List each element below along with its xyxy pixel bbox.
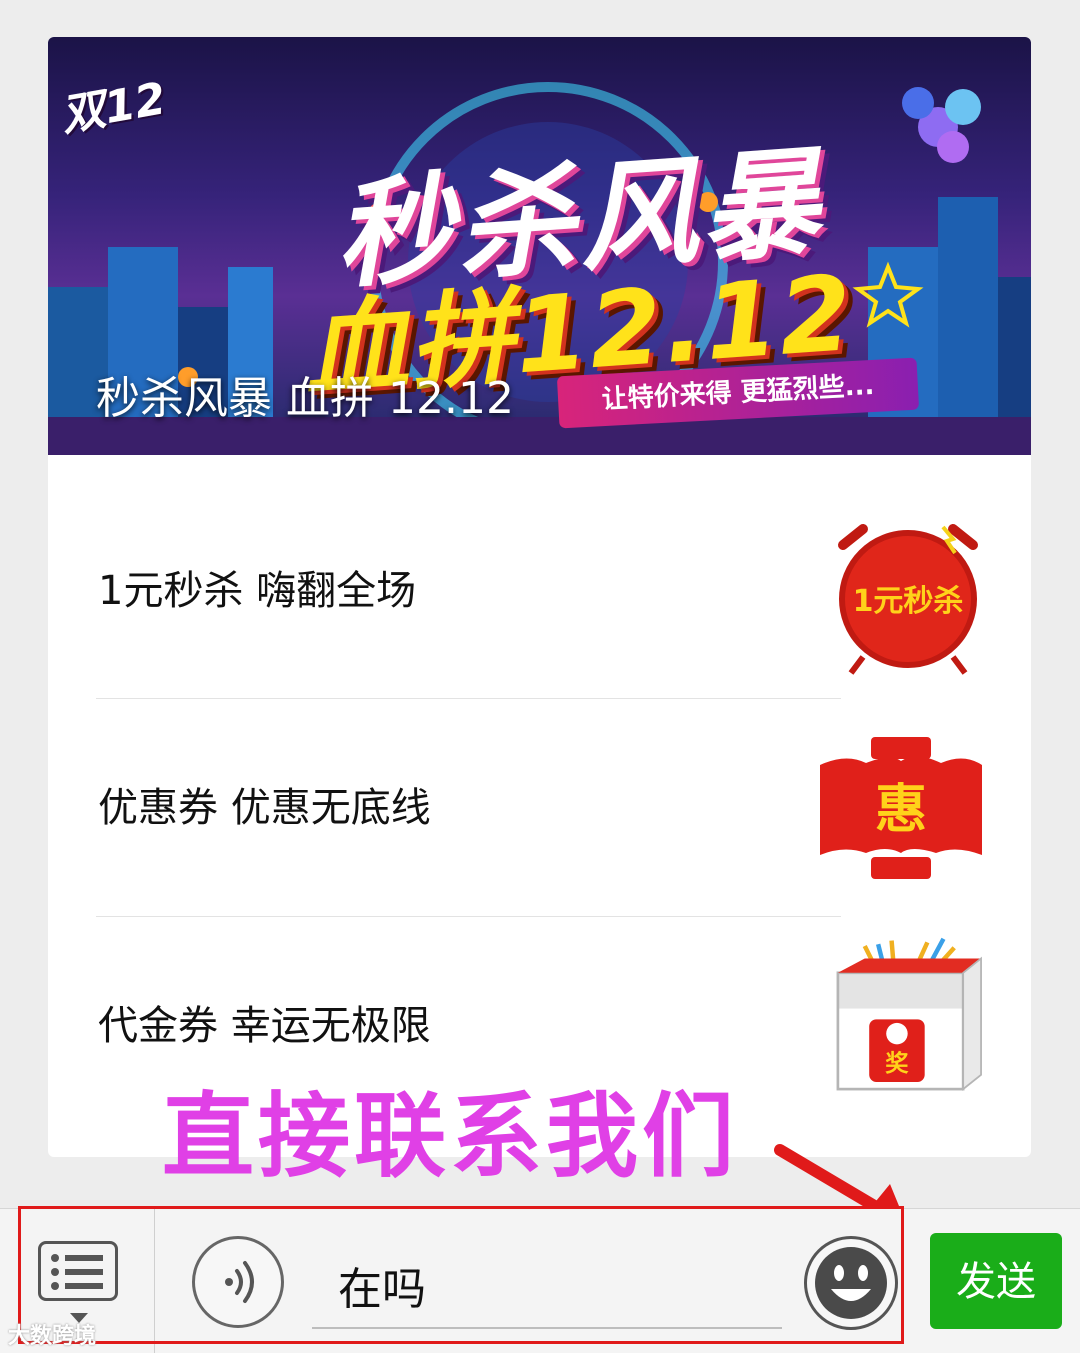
discount-envelope-icon: 惠: [820, 737, 982, 879]
divider: [154, 1209, 155, 1353]
lucky-box-icon: 奖: [836, 937, 982, 1091]
voice-icon: [225, 1261, 254, 1303]
watermark: 大数跨境: [8, 1324, 97, 1349]
seckill-icon-text: 1元秒杀: [853, 584, 964, 619]
lucky-box-icon-text: 奖: [885, 1050, 909, 1077]
contact-us-annotation: 直接联系我们: [162, 1083, 739, 1190]
list-item-label: 1元秒杀 嗨翻全场: [98, 568, 417, 614]
voice-button[interactable]: [192, 1236, 284, 1328]
banner[interactable]: 双12 秒杀风暴 血拼12.12 让特价来得 更猛烈些... 秒杀风暴 血拼 1…: [48, 37, 1031, 455]
emoji-button[interactable]: [804, 1236, 898, 1330]
emoji-icon: [815, 1247, 887, 1319]
chat-input-bar: 在吗 发送: [0, 1208, 1080, 1353]
list-item-label: 优惠券 优惠无底线: [98, 785, 431, 831]
one-yuan-seckill-alarm-icon: 1元秒杀: [838, 524, 978, 675]
message-input[interactable]: 在吗: [312, 1239, 782, 1329]
list-item[interactable]: 优惠券 优惠无底线 惠: [48, 699, 1031, 917]
list-item[interactable]: 1元秒杀 嗨翻全场 1元秒杀: [48, 482, 1031, 700]
banner-caption: 秒杀风暴 血拼 12.12: [96, 373, 514, 424]
discount-icon-text: 惠: [875, 780, 927, 840]
article-card: 双12 秒杀风暴 血拼12.12 让特价来得 更猛烈些... 秒杀风暴 血拼 1…: [48, 37, 1031, 1157]
menu-toggle-button[interactable]: [38, 1241, 118, 1301]
message-input-value: 在吗: [338, 1264, 426, 1315]
send-button[interactable]: 发送: [930, 1233, 1062, 1329]
menu-list-icon: [51, 1254, 103, 1290]
